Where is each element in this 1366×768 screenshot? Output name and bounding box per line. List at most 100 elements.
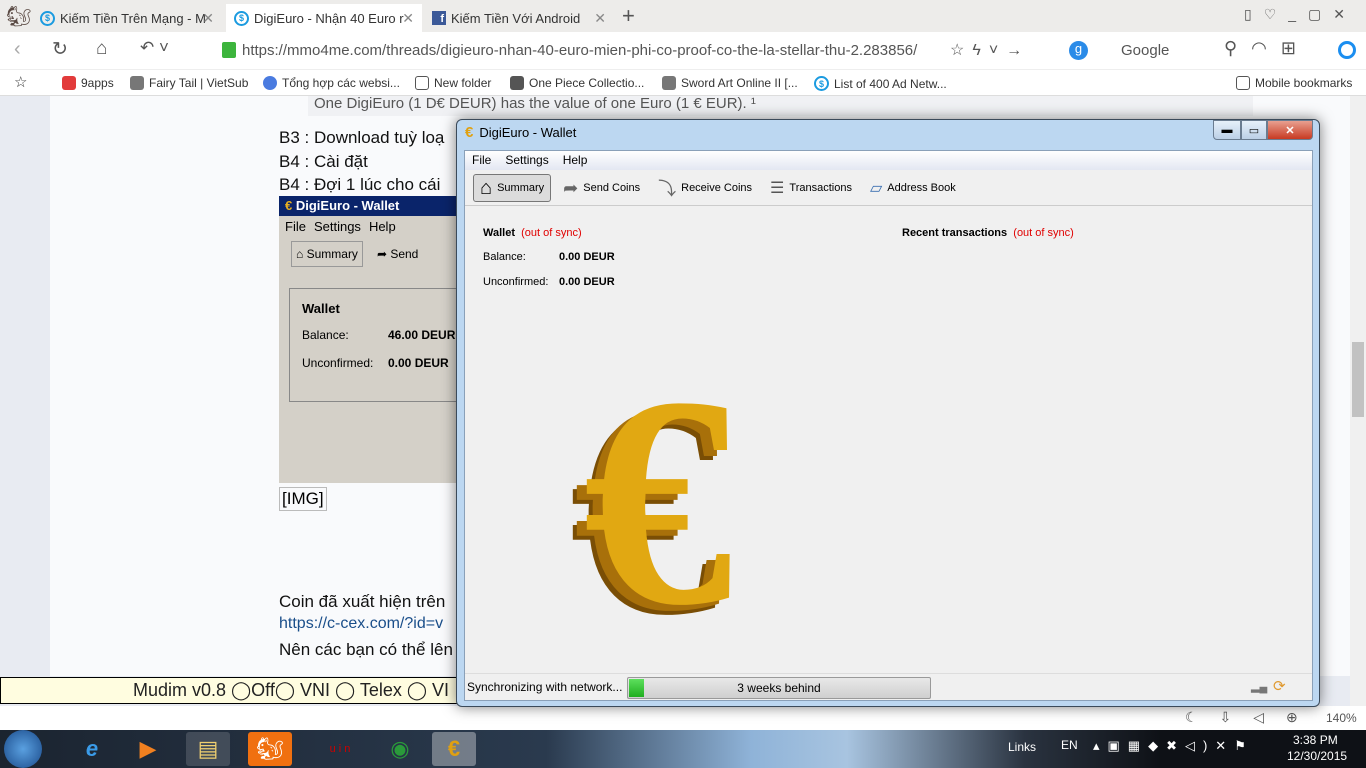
site-icon: $ [234, 10, 249, 26]
bookmark[interactable]: Fairy Tail | VietSub [130, 76, 248, 90]
connections-icon: ▂▄ [1251, 681, 1268, 693]
start-button[interactable] [4, 730, 42, 768]
bookmark[interactable]: Sword Art Online II [... [662, 76, 798, 90]
lock-icon [222, 42, 236, 58]
status-bar: Synchronizing with network... 3 weeks be… [465, 673, 1312, 700]
bookmark[interactable]: Tổng hợp các websi... [263, 76, 400, 90]
transactions-button[interactable]: ☰ Transactions [764, 174, 858, 202]
tab-2[interactable]: $ DigiEuro - Nhận 40 Euro r ✕ [226, 4, 422, 32]
window-title: DigiEuro - Wallet [479, 125, 577, 140]
anime-icon [662, 76, 676, 90]
unconfirmed-label: Unconfirmed: [483, 276, 549, 288]
tab-label: Kiếm Tiền Trên Mạng - M [60, 10, 206, 26]
inner-send: Send [390, 247, 419, 261]
receive-coins-button[interactable]: ⤵ Receive Coins [652, 174, 758, 202]
inner-label: Unconfirmed: [302, 356, 374, 370]
search-icon[interactable]: ⚲◠⊞ [1224, 38, 1310, 59]
bookmark[interactable]: New folder [415, 76, 491, 90]
zoom-level[interactable]: 140% [1326, 711, 1357, 725]
summary-button[interactable]: ⌂ Summary [473, 174, 552, 202]
body-text: Coin đã xuất hiện trên [279, 592, 446, 611]
mudim-bar[interactable]: Mudim v0.8 ◯Off◯ VNI ◯ Telex ◯ VI [0, 677, 460, 704]
button-label: Address Book [887, 182, 956, 194]
idm-icon[interactable]: ◉ [378, 732, 422, 766]
bookmark[interactable]: 9apps [62, 76, 114, 90]
tab-3[interactable]: f Kiếm Tiền Với Android ✕ [424, 4, 614, 32]
button-label: Send Coins [583, 182, 641, 194]
inner-value: 0.00 DEUR [388, 356, 449, 370]
account-icon[interactable] [1338, 41, 1356, 59]
list-icon: ☰ [770, 180, 785, 197]
menu-help[interactable]: Help [556, 151, 595, 170]
window-controls[interactable]: ▯♡_▢✕ [1244, 6, 1357, 23]
bookmark[interactable]: One Piece Collectio... [510, 76, 644, 90]
links-toolbar[interactable]: Links [1008, 740, 1036, 754]
bookmark-label: 9apps [81, 76, 114, 90]
inner-menu: Settings [313, 219, 361, 234]
search-engine-icon[interactable]: g [1069, 41, 1088, 60]
inner-title: DigiEuro - Wallet [295, 198, 400, 213]
send-coins-button[interactable]: ➦ Send Coins [557, 174, 646, 202]
language-indicator[interactable]: EN [1061, 738, 1078, 752]
star-icon[interactable]: ☆ [14, 73, 27, 91]
close-icon[interactable]: ✕ [402, 10, 414, 27]
uc-browser-logo: 🐿 [6, 6, 32, 28]
minimize-button[interactable]: ▬ [1213, 120, 1241, 140]
ie-icon[interactable]: e [70, 732, 114, 766]
inner-wallet: Wallet [302, 301, 340, 316]
receive-arrow-icon: ⤵ [658, 179, 677, 199]
tab-bar: 🐿 $ Kiếm Tiền Trên Mạng - M ✕ $ DigiEuro - … [0, 0, 1366, 32]
page-scrollbar[interactable] [1350, 96, 1366, 706]
gear-icon [263, 76, 277, 90]
bookmark[interactable]: $ List of 400 Ad Netw... [814, 76, 947, 91]
unikey-icon[interactable]: u i n [318, 732, 362, 766]
exchange-link[interactable]: https://c-cex.com/?id=v [279, 615, 443, 633]
img-alt: [IMG] [282, 489, 324, 508]
mobile-bookmarks[interactable]: Mobile bookmarks [1236, 76, 1352, 90]
out-of-sync-label: (out of sync) [521, 227, 582, 239]
close-button[interactable]: ✕ [1267, 120, 1313, 140]
new-tab-button[interactable]: + [622, 3, 635, 29]
close-icon[interactable]: ✕ [202, 10, 214, 27]
anime-icon [130, 76, 144, 90]
address-book-button[interactable]: ▱ Address Book [864, 174, 962, 202]
bookmark-label: Mobile bookmarks [1255, 76, 1353, 90]
search-input[interactable]: Google [1121, 42, 1169, 59]
folder-icon [415, 76, 429, 90]
facebook-icon: f [432, 11, 446, 25]
tab-1[interactable]: $ Kiếm Tiền Trên Mạng - M ✕ [32, 4, 222, 32]
undo-icon[interactable]: ↶ ˅ [140, 38, 169, 58]
inner-menu: File [285, 219, 306, 234]
url-input[interactable]: https://mmo4me.com/threads/digieuro-nhan… [242, 42, 917, 59]
maximize-button[interactable]: ▭ [1241, 120, 1267, 140]
9apps-icon [62, 76, 76, 90]
inner-label: Balance: [302, 328, 349, 342]
bookmark-label: List of 400 Ad Netw... [834, 76, 947, 91]
button-label: Transactions [789, 182, 852, 194]
menu-settings[interactable]: Settings [498, 151, 555, 170]
inner-value: 46.00 DEUR [388, 328, 456, 342]
recent-transactions-heading: Recent transactions [902, 227, 1008, 239]
uc-browser-icon[interactable]: 🐿 [248, 732, 292, 766]
explorer-icon[interactable]: ▤ [186, 732, 230, 766]
broken-image[interactable]: [IMG] [279, 487, 327, 511]
clock-date[interactable]: 12/30/2015 [1287, 749, 1347, 763]
menu-file[interactable]: File [465, 151, 498, 170]
button-label: Summary [497, 182, 545, 194]
tray-icons[interactable]: ▴▣▦◆✖◁)✕⚑ [1093, 738, 1254, 754]
bookmark-label: Fairy Tail | VietSub [149, 76, 249, 90]
clock-time[interactable]: 3:38 PM [1293, 733, 1338, 747]
reload-icon[interactable]: ↻ [52, 38, 68, 61]
star-icon[interactable]: ☆ϟ˅→ [950, 40, 1030, 60]
night-mode-icon[interactable]: ☾⇩◁⊕ [1185, 709, 1320, 726]
menu-bar: File Settings Help [465, 151, 1312, 170]
home-icon[interactable]: ⌂ [96, 38, 107, 60]
back-icon[interactable]: ‹ [14, 38, 21, 61]
media-player-icon[interactable]: ▶ [126, 732, 170, 766]
toolbar: ⌂ Summary ➦ Send Coins ⤵ Receive Coins ☰ Tra… [465, 171, 1312, 206]
address-bar: ‹ ↻ ⌂ ↶ ˅ https://mmo4me.com/threads/dig… [0, 32, 1366, 70]
digieuro-task-icon[interactable]: € [432, 732, 476, 766]
close-icon[interactable]: ✕ [594, 10, 606, 27]
wallet-window: € DigiEuro - Wallet ▬ ▭ ✕ File Settings Hel… [456, 119, 1320, 707]
bookmarks-bar: ☆ 9apps Fairy Tail | VietSub Tổng hợp cá… [0, 70, 1366, 96]
